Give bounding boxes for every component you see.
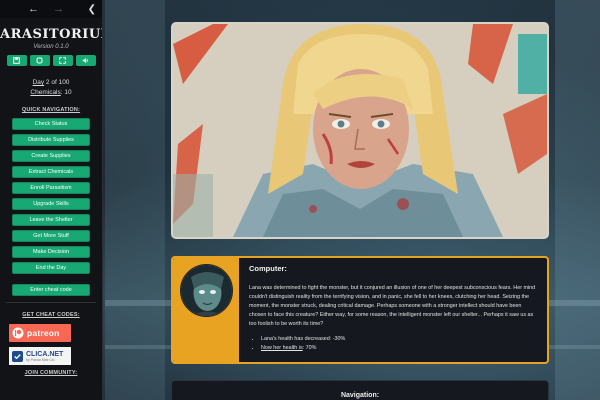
patreon-icon <box>12 327 24 339</box>
save-button[interactable] <box>6 55 27 66</box>
quick-nav-heading-text: QUICK NAVIGATION: <box>21 107 81 113</box>
nav-leave-shelter[interactable]: Leave the Shelter <box>12 214 90 226</box>
sidebar: ← → ❮ ARASITORIUM Version 0.1.0 Day 2 of… <box>0 0 103 400</box>
nav-enroll-parasitism[interactable]: Enroll Parasitism <box>12 182 90 194</box>
quick-nav-heading: QUICK NAVIGATION: <box>0 107 102 113</box>
restart-icon <box>36 57 43 64</box>
nav-distribute-supplies[interactable]: Distribute Supplies <box>12 134 90 146</box>
scene-image <box>171 22 549 239</box>
clica-text: CLICA.NET by Panda Mae Ltd <box>26 351 63 362</box>
clica-button[interactable]: CLICA.NET by Panda Mae Ltd <box>9 347 71 365</box>
cheat-codes-heading: GET CHEAT CODES: <box>0 312 102 318</box>
day-stat: Day 2 of 100 <box>0 78 102 88</box>
day-label[interactable]: Day <box>33 79 45 86</box>
speaker-icon <box>82 57 89 64</box>
arrow-left-icon[interactable]: ← <box>28 3 39 15</box>
list-item: Now her health is: 70% <box>261 344 539 353</box>
game-title: ARASITORIUM <box>0 27 102 42</box>
health-decrease-text: Lana's health has decreased: -30% <box>261 336 346 342</box>
computer-avatar-icon <box>181 265 232 316</box>
patreon-label: patreon <box>27 328 60 338</box>
patreon-button[interactable]: patreon <box>9 324 71 342</box>
bg-beam <box>105 0 165 400</box>
chevron-left-icon[interactable]: ❮ <box>88 4 96 15</box>
nav-create-supplies[interactable]: Create Supplies <box>12 150 90 162</box>
health-value: : 70% <box>302 345 317 351</box>
chemicals-label[interactable]: Chemicals <box>30 89 60 96</box>
enter-cheat-code-button[interactable]: Enter cheat code <box>12 284 90 296</box>
avatar <box>180 264 233 317</box>
navigation-heading: Navigation: <box>340 392 380 399</box>
toolbar <box>0 55 102 66</box>
arrow-right-icon[interactable]: → <box>53 3 64 15</box>
dialogue-text: Lana was determined to fight the monster… <box>249 285 536 327</box>
nav-end-day[interactable]: End the Day <box>12 262 90 274</box>
quick-nav: Check Status Distribute Supplies Create … <box>0 118 102 296</box>
nav-make-decision[interactable]: Make Decision <box>12 246 90 258</box>
chemicals-stat: Chemicals: 10 <box>0 88 102 98</box>
stats: Day 2 of 100 Chemicals: 10 <box>0 78 102 98</box>
nav-upgrade-skills[interactable]: Upgrade Skills <box>12 198 90 210</box>
nav-extract-chemicals[interactable]: Extract Chemicals <box>12 166 90 178</box>
clica-sub: by Panda Mae Ltd <box>26 357 55 362</box>
fullscreen-button[interactable] <box>52 55 73 66</box>
chemicals-value: : 10 <box>60 89 72 96</box>
restart-button[interactable] <box>29 55 50 66</box>
nav-check-status[interactable]: Check Status <box>12 118 90 130</box>
effects-list: Lana's health has decreased: -30% Now he… <box>249 335 539 353</box>
list-item: Lana's health has decreased: -30% <box>261 335 539 344</box>
save-icon <box>13 57 20 64</box>
history-controls: ← → ❮ <box>0 0 102 18</box>
divider <box>6 302 96 303</box>
join-community-heading-text: JOIN COMMUNITY: <box>24 370 78 376</box>
nav-get-more-stuff[interactable]: Get More Stuff <box>12 230 90 242</box>
join-community-heading: JOIN COMMUNITY: <box>0 370 102 376</box>
speaker-name: Computer: <box>249 264 287 273</box>
bg-beam <box>555 0 600 400</box>
clica-label: CLICA.NET <box>26 350 64 358</box>
day-value: 2 of 100 <box>44 79 70 86</box>
audio-button[interactable] <box>75 55 96 66</box>
clica-logo-icon <box>12 350 23 362</box>
game-version: Version 0.1.0 <box>33 44 69 50</box>
navigation-panel: Navigation: <box>171 380 549 400</box>
cheat-codes-heading-text: GET CHEAT CODES: <box>22 312 80 318</box>
scene-illustration <box>173 24 547 237</box>
health-link[interactable]: Now her health is <box>261 345 303 351</box>
dialogue-box: Computer: Lana was determined to fight t… <box>171 256 549 364</box>
dialogue-content: Computer: Lana was determined to fight t… <box>249 264 539 353</box>
history-arrows: ← → <box>16 3 76 15</box>
fullscreen-icon <box>59 57 66 64</box>
